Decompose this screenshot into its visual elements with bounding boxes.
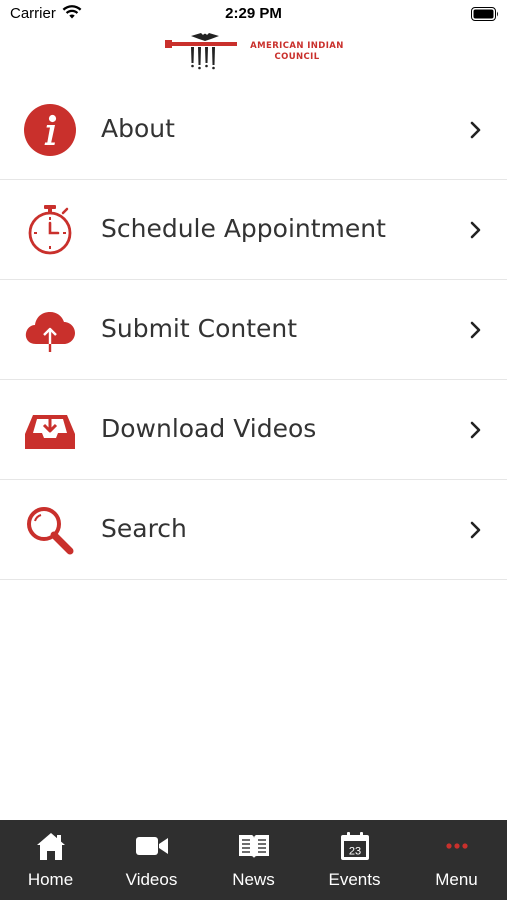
menu-item-label: Search — [101, 514, 187, 543]
cloud-upload-icon — [24, 304, 76, 356]
status-time: 2:29 PM — [225, 5, 282, 22]
menu-item-label: Submit Content — [101, 314, 298, 343]
calendar-icon: 23 — [304, 830, 405, 862]
download-tray-icon — [24, 404, 76, 456]
menu-item-label: Download Videos — [101, 414, 317, 443]
menu-item-about[interactable]: About — [0, 80, 507, 180]
menu-item-schedule-appointment[interactable]: Schedule Appointment — [0, 180, 507, 280]
chevron-right-icon — [469, 320, 483, 340]
chevron-right-icon — [469, 120, 483, 140]
tab-news[interactable]: News — [203, 820, 304, 900]
menu-item-search[interactable]: Search — [0, 480, 507, 580]
battery-icon — [471, 6, 499, 25]
tab-videos[interactable]: Videos — [101, 820, 202, 900]
chevron-right-icon — [469, 420, 483, 440]
chevron-right-icon — [469, 520, 483, 540]
video-camera-icon — [101, 830, 202, 862]
menu-item-download-videos[interactable]: Download Videos — [0, 380, 507, 480]
tab-label: Events — [328, 870, 381, 889]
info-icon — [24, 104, 76, 156]
more-dots-icon — [406, 830, 507, 862]
tab-label: Menu — [435, 870, 478, 889]
chevron-right-icon — [469, 220, 483, 240]
tab-label: Videos — [125, 870, 178, 889]
tab-label: Home — [27, 870, 74, 889]
logo-wordmark: AMERICAN INDIAN COUNCIL — [250, 41, 344, 62]
search-icon — [24, 504, 76, 556]
home-icon — [0, 830, 101, 862]
menu-item-label: About — [101, 114, 175, 143]
council-logo: AMERICAN INDIAN COUNCIL — [165, 30, 345, 74]
menu-list: About Schedule Appointment Submit Conten… — [0, 80, 507, 580]
status-bar: Carrier 2:29 PM — [0, 0, 507, 28]
menu-item-submit-content[interactable]: Submit Content — [0, 280, 507, 380]
tab-menu[interactable]: Menu — [406, 820, 507, 900]
tab-bar: Home Videos News 23 Events Menu — [0, 820, 507, 900]
tab-events[interactable]: 23 Events — [304, 820, 405, 900]
book-icon — [203, 830, 304, 862]
calendar-day-number: 23 — [348, 846, 360, 858]
menu-item-label: Schedule Appointment — [101, 214, 386, 243]
tab-home[interactable]: Home — [0, 820, 101, 900]
stopwatch-icon — [24, 204, 76, 256]
tab-label: News — [232, 870, 275, 889]
